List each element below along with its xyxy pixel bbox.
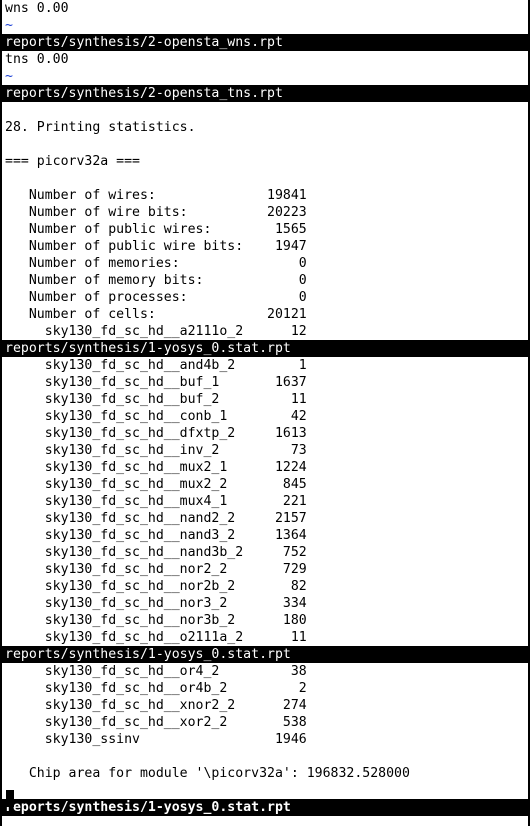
output-line: Number of cells: 20121 bbox=[5, 307, 307, 322]
status-bar-filename: reports/synthesis/2-opensta_wns.rpt bbox=[2, 34, 528, 51]
output-line: sky130_ssinv 1946 bbox=[5, 732, 307, 747]
output-line: sky130_fd_sc_hd__o2111a_2 11 bbox=[5, 630, 307, 645]
terminal-window[interactable]: wns 0.00 ~ reports/synthesis/2-opensta_wns… bbox=[0, 0, 530, 826]
output-line: sky130_fd_sc_hd__nand3b_2 752 bbox=[5, 545, 307, 560]
text-cursor bbox=[6, 790, 14, 807]
output-line: sky130_fd_sc_hd__or4_2 38 bbox=[5, 664, 307, 679]
output-line: sky130_fd_sc_hd__mux2_1 1224 bbox=[5, 460, 307, 475]
output-line: tns 0.00 bbox=[5, 52, 69, 67]
status-bar-filename: reports/synthesis/1-yosys_0.stat.rpt bbox=[2, 646, 528, 663]
output-line: sky130_fd_sc_hd__nor2b_2 82 bbox=[5, 579, 307, 594]
output-line: sky130_fd_sc_hd__mux2_2 845 bbox=[5, 477, 307, 492]
output-line: sky130_fd_sc_hd__xor2_2 538 bbox=[5, 715, 307, 730]
output-line: Number of wire bits: 20223 bbox=[5, 205, 307, 220]
output-line: sky130_fd_sc_hd__inv_2 73 bbox=[5, 443, 307, 458]
output-line: Number of memory bits: 0 bbox=[5, 273, 307, 288]
output-line: sky130_fd_sc_hd__or4b_2 2 bbox=[5, 681, 307, 696]
output-line: === picorv32a === bbox=[5, 154, 140, 169]
status-bar-filename: reports/synthesis/2-opensta_tns.rpt bbox=[2, 85, 528, 102]
output-line: Number of processes: 0 bbox=[5, 290, 307, 305]
output-line: 28. Printing statistics. bbox=[5, 120, 196, 135]
output-line: sky130_fd_sc_hd__nor2_2 729 bbox=[5, 562, 307, 577]
output-line: sky130_fd_sc_hd__buf_2 11 bbox=[5, 392, 307, 407]
output-line: sky130_fd_sc_hd__dfxtp_2 1613 bbox=[5, 426, 307, 441]
output-line: sky130_fd_sc_hd__buf_1 1637 bbox=[5, 375, 307, 390]
output-line: Number of wires: 19841 bbox=[5, 188, 307, 203]
status-bar-filename: reports/synthesis/1-yosys_0.stat.rpt bbox=[2, 799, 528, 816]
terminal-output: wns 0.00 ~ reports/synthesis/2-opensta_wns… bbox=[2, 0, 528, 816]
output-line: Number of public wire bits: 1947 bbox=[5, 239, 307, 254]
output-line: sky130_fd_sc_hd__nor3_2 334 bbox=[5, 596, 307, 611]
output-line: Chip area for module '\picorv32a': 19683… bbox=[5, 766, 410, 781]
output-line: wns 0.00 bbox=[5, 1, 69, 16]
output-line: sky130_fd_sc_hd__a2111o_2 12 bbox=[5, 324, 307, 339]
output-line: sky130_fd_sc_hd__nand2_2 2157 bbox=[5, 511, 307, 526]
output-line: sky130_fd_sc_hd__conb_1 42 bbox=[5, 409, 307, 424]
output-line: Number of public wires: 1565 bbox=[5, 222, 307, 237]
tilde-line: ~ bbox=[5, 18, 13, 33]
tilde-line: ~ bbox=[5, 69, 13, 84]
output-line: sky130_fd_sc_hd__and4b_2 1 bbox=[5, 358, 307, 373]
output-line: sky130_fd_sc_hd__xnor2_2 274 bbox=[5, 698, 307, 713]
output-line: sky130_fd_sc_hd__nor3b_2 180 bbox=[5, 613, 307, 628]
output-line: sky130_fd_sc_hd__nand3_2 1364 bbox=[5, 528, 307, 543]
output-line: Number of memories: 0 bbox=[5, 256, 307, 271]
output-line: sky130_fd_sc_hd__mux4_1 221 bbox=[5, 494, 307, 509]
status-bar-filename: reports/synthesis/1-yosys_0.stat.rpt bbox=[2, 340, 528, 357]
